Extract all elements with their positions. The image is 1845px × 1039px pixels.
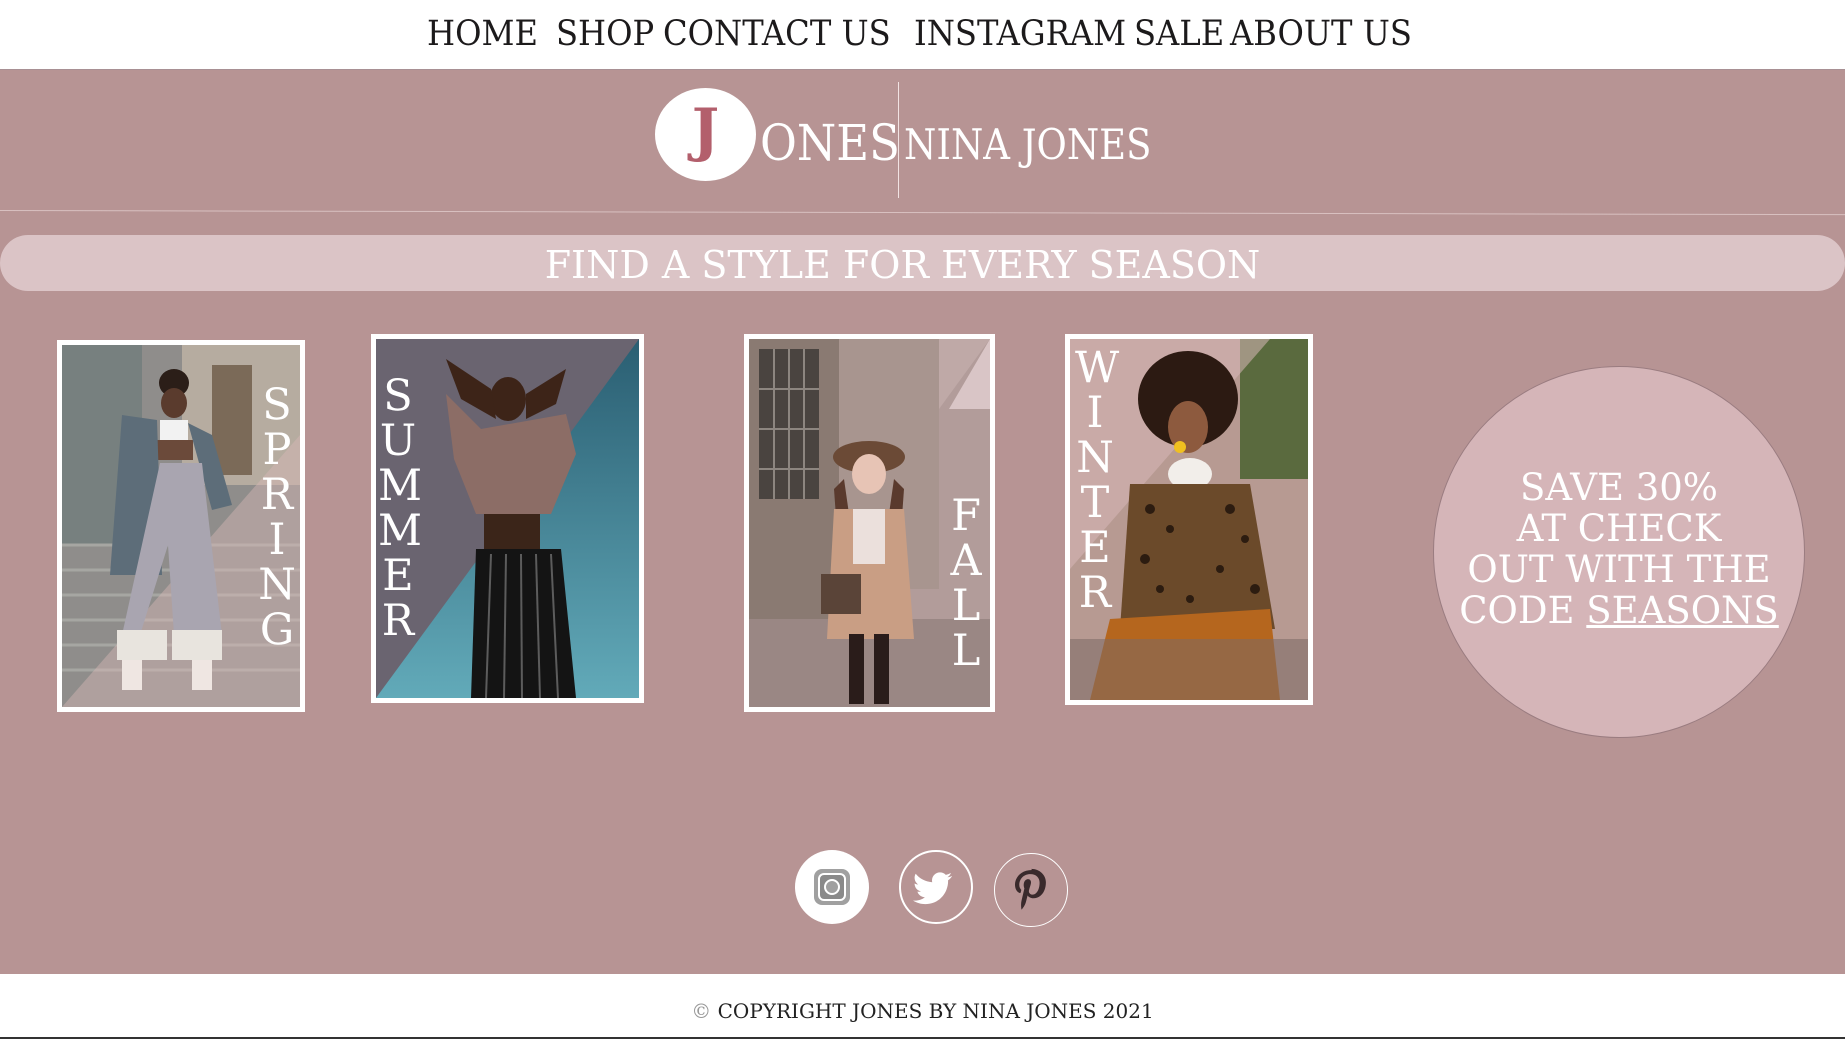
letter: E	[1079, 523, 1111, 573]
letter: F	[951, 491, 981, 541]
promo-line-3: OUT WITH THE	[1467, 548, 1771, 591]
fall-label: F A L L	[946, 494, 986, 674]
copyright-label: COPYRIGHT JONES BY NINA JONES 2021	[717, 999, 1154, 1023]
pinterest-icon	[1015, 868, 1046, 910]
promo-circle: SAVE 30% AT CHECK OUT WITH THE CODE SEAS…	[1433, 366, 1805, 738]
letter: L	[951, 626, 981, 676]
letter: S	[262, 380, 292, 430]
promo-code-prefix: CODE	[1459, 589, 1587, 632]
season-banner: FIND A STYLE FOR EVERY SEASON	[0, 235, 1845, 291]
pinterest-button[interactable]	[994, 853, 1068, 927]
letter: L	[951, 581, 981, 631]
twitter-button[interactable]	[899, 850, 973, 924]
nav-home[interactable]: HOME	[427, 14, 538, 54]
top-nav: HOME SHOP CONTACT US INSTAGRAM SALE ABOU…	[0, 0, 1845, 70]
season-card-fall[interactable]: F A L L	[744, 334, 995, 712]
season-card-spring[interactable]: S P R I N G	[57, 340, 305, 712]
letter: R	[1078, 568, 1112, 618]
nav-shop[interactable]: SHOP	[556, 14, 654, 54]
banner-text: FIND A STYLE FOR EVERY SEASON	[544, 243, 1261, 287]
letter: N	[1076, 433, 1114, 483]
letter: W	[1075, 343, 1120, 393]
fall-photo: F A L L	[749, 339, 990, 707]
letter: A	[950, 536, 982, 586]
nav-contact-us[interactable]: CONTACT US	[663, 14, 891, 54]
logo-initial: J	[691, 96, 720, 164]
divider-line	[0, 210, 1845, 216]
letter: U	[379, 416, 417, 466]
nav-about-us[interactable]: ABOUT US	[1230, 14, 1412, 54]
letter: R	[260, 470, 294, 520]
nav-instagram[interactable]: INSTAGRAM	[914, 14, 1126, 54]
promo-line-1: SAVE 30%	[1520, 466, 1718, 509]
letter: M	[378, 461, 423, 511]
promo-text: SAVE 30% AT CHECK OUT WITH THE CODE SEAS…	[1434, 467, 1804, 631]
winter-photo: W I N T E R	[1070, 339, 1308, 700]
winter-label: W I N T E R	[1075, 343, 1120, 618]
letter: I	[268, 515, 286, 565]
letter: P	[262, 425, 292, 475]
logo-badge[interactable]: J	[655, 88, 756, 181]
summer-label: S U M M E R	[378, 371, 423, 646]
season-card-winter[interactable]: W I N T E R	[1065, 334, 1313, 705]
letter: G	[259, 605, 295, 655]
letter: M	[378, 506, 423, 556]
copyright-text: © COPYRIGHT JONES BY NINA JONES 2021	[0, 999, 1845, 1023]
letter: S	[383, 371, 413, 421]
logo-divider	[898, 82, 899, 198]
main-section: J ONES NINA JONES FIND A STYLE FOR EVERY…	[0, 70, 1845, 974]
spring-label: S P R I N G	[257, 383, 297, 653]
promo-line-2: AT CHECK	[1516, 507, 1722, 550]
season-card-summer[interactable]: S U M M E R	[371, 334, 644, 703]
twitter-icon	[913, 872, 952, 905]
letter: R	[381, 596, 415, 646]
letter: E	[382, 551, 414, 601]
letter: N	[258, 560, 296, 610]
copyright-icon: ©	[691, 999, 712, 1023]
summer-photo: S U M M E R	[376, 339, 639, 698]
promo-code-link[interactable]: SEASONS	[1586, 589, 1778, 632]
nav-sale[interactable]: SALE	[1134, 14, 1224, 54]
letter: T	[1080, 478, 1110, 528]
brand-name: NINA JONES	[904, 120, 1152, 169]
spring-photo: S P R I N G	[62, 345, 300, 707]
logo-wordmark: ONES	[760, 114, 900, 172]
letter: I	[1086, 388, 1104, 438]
promo-line-4: CODE SEASONS	[1434, 590, 1804, 631]
instagram-button[interactable]	[795, 850, 869, 924]
footer: © COPYRIGHT JONES BY NINA JONES 2021	[0, 975, 1845, 1039]
instagram-icon	[814, 869, 850, 905]
